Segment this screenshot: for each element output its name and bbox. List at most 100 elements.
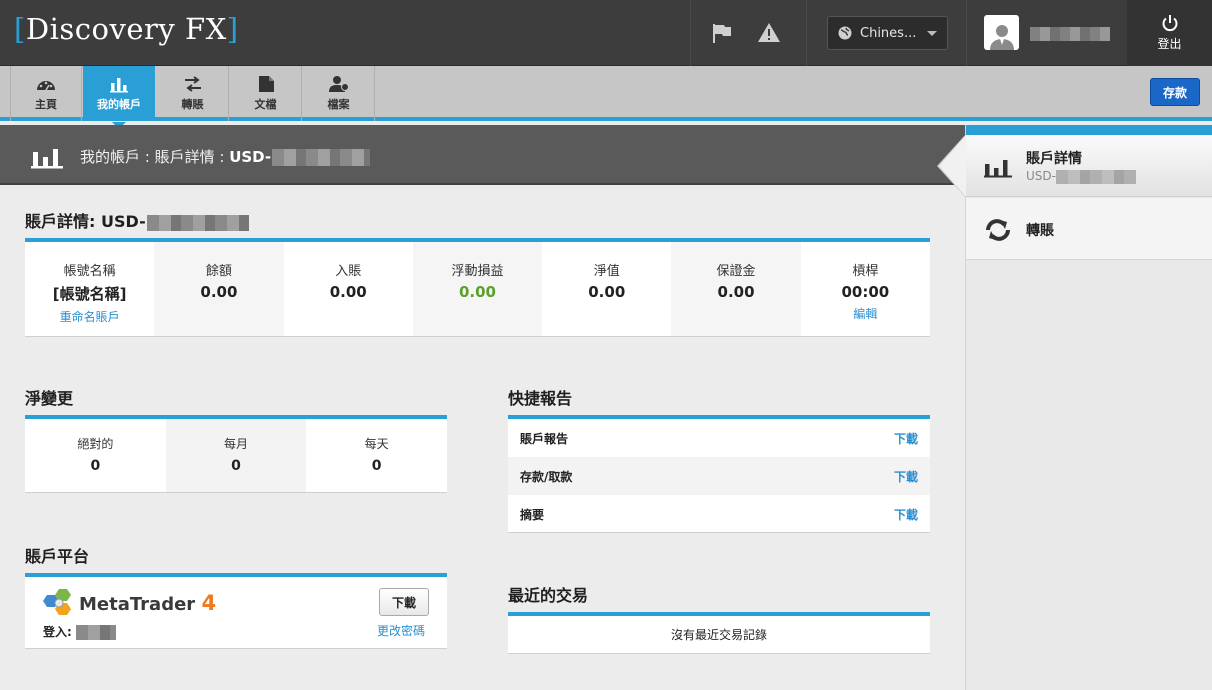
- sidebar-item-account-details[interactable]: 賬戶詳情 USD-: [966, 135, 1212, 197]
- detail-floating-pl: 浮動損益 0.00: [412, 242, 543, 336]
- list-item: 賬戶報告 下載: [508, 419, 930, 457]
- language-select[interactable]: Chines...: [827, 16, 948, 50]
- net-change-label: 每月: [224, 437, 249, 451]
- deposit-button[interactable]: 存款: [1150, 78, 1200, 106]
- language-label: Chines...: [860, 25, 917, 41]
- tab-label: 文檔: [254, 98, 277, 111]
- download-platform-button[interactable]: 下載: [379, 588, 429, 616]
- right-sidebar: 賬戶詳情 USD- 轉賬: [937, 125, 1212, 690]
- chevron-down-icon: [927, 31, 937, 36]
- main-content: 賬戶詳情: USD- 帳號名稱 [帳號名稱] 重命名賬戶 餘額 0.00 入賬 …: [0, 187, 965, 690]
- detail-label: 保證金: [716, 264, 756, 279]
- login-row: 登入:: [43, 623, 116, 640]
- report-name: 摘要: [520, 507, 545, 522]
- detail-value: 0.00: [458, 283, 496, 301]
- login-label: 登入:: [43, 625, 72, 639]
- username-redacted: [1030, 27, 1110, 41]
- sidebar-item-subtitle: USD-: [1026, 169, 1136, 184]
- tab-profile[interactable]: 檔案: [303, 66, 375, 121]
- detail-label: 浮動損益: [451, 264, 504, 279]
- report-name: 存款/取款: [520, 469, 573, 484]
- warning-icon[interactable]: [757, 21, 781, 45]
- sidebar-item-transfer[interactable]: 轉賬: [966, 198, 1212, 260]
- bar-chart-icon: [30, 141, 64, 173]
- tab-label: 轉賬: [181, 98, 204, 111]
- detail-balance: 餘額 0.00: [154, 242, 284, 336]
- metatrader-logo: MetaTrader 4: [43, 589, 216, 617]
- account-number-redacted: [1055, 169, 1136, 184]
- breadcrumb-path: 我的帳戶 : 賬戶詳情 :: [80, 148, 230, 166]
- profile-icon: [328, 76, 349, 92]
- separator: [690, 0, 691, 66]
- download-link[interactable]: 下載: [894, 506, 918, 523]
- detail-equity: 淨值 0.00: [542, 242, 671, 336]
- recent-trades-title: 最近的交易: [508, 586, 589, 605]
- account-number-redacted: [146, 214, 249, 231]
- user-icon[interactable]: [984, 15, 1019, 50]
- separator: [806, 0, 807, 66]
- net-change-absolute: 絕對的 0: [25, 419, 166, 492]
- detail-credit: 入賬 0.00: [284, 242, 413, 336]
- logout-button[interactable]: 登出: [1127, 0, 1212, 66]
- download-link[interactable]: 下載: [894, 468, 918, 485]
- tab-home[interactable]: 主頁: [10, 66, 82, 121]
- list-item: 存款/取款 下載: [508, 457, 930, 495]
- edit-leverage-link[interactable]: 編輯: [853, 305, 877, 322]
- detail-value: 00:00: [841, 283, 890, 301]
- top-bar: [Discovery FX] Chines... 登出: [0, 0, 1212, 66]
- empty-state-text: 沒有最近交易記錄: [670, 628, 767, 642]
- tab-label: 主頁: [35, 98, 57, 111]
- detail-label: 餘額: [205, 264, 232, 279]
- login-redacted: [76, 625, 116, 640]
- sidebar-item-label: 賬戶詳情: [1026, 151, 1082, 167]
- rename-account-link[interactable]: 重命名賬戶: [60, 308, 120, 325]
- net-change-panel: 絕對的 0 每月 0 每天 0: [25, 415, 447, 493]
- globe-icon: [838, 26, 852, 40]
- document-icon: [258, 76, 274, 92]
- logout-label: 登出: [1157, 37, 1182, 51]
- page-header: 我的帳戶 : 賬戶詳情 : USD-: [0, 125, 965, 185]
- quick-reports-panel: 賬戶報告 下載 存款/取款 下載 摘要 下載: [508, 415, 930, 533]
- breadcrumb: 我的帳戶 : 賬戶詳情 : USD-: [80, 146, 371, 167]
- tab-documents[interactable]: 文檔: [230, 66, 302, 121]
- detail-label: 槓桿: [852, 264, 879, 279]
- detail-value: 0.00: [588, 283, 626, 301]
- net-change-title: 淨變更: [25, 389, 74, 408]
- tab-transfer[interactable]: 轉賬: [157, 66, 229, 121]
- net-change-label: 絕對的: [77, 437, 114, 451]
- detail-value: 0.00: [200, 283, 238, 301]
- brand-logo[interactable]: [Discovery FX]: [14, 12, 239, 46]
- recent-trades-panel: 沒有最近交易記錄: [508, 612, 930, 654]
- bar-chart-icon: [983, 154, 1013, 182]
- net-change-label: 每天: [364, 437, 389, 451]
- report-name: 賬戶報告: [520, 431, 569, 446]
- net-change-monthly: 每月 0: [165, 419, 307, 492]
- active-pointer: [939, 135, 966, 197]
- separator: [966, 0, 967, 66]
- detail-value: 0.00: [717, 283, 755, 301]
- platform-title: 賬戶平台: [25, 547, 90, 566]
- breadcrumb-account: USD-: [229, 148, 272, 166]
- sidebar-item-label: 轉賬: [1026, 223, 1054, 239]
- tab-label: 我的帳戶: [97, 98, 141, 111]
- quick-reports-title: 快捷報告: [508, 389, 573, 408]
- account-details-title: 賬戶詳情: USD-: [25, 208, 249, 232]
- refresh-transfer-icon: [983, 218, 1013, 246]
- power-icon: [1162, 15, 1177, 32]
- change-password-link[interactable]: 更改密碼: [377, 622, 425, 639]
- download-link[interactable]: 下載: [894, 430, 918, 447]
- flag-icon[interactable]: [710, 21, 734, 45]
- detail-label: 淨值: [593, 264, 620, 279]
- dashboard-icon: [37, 81, 55, 91]
- account-details-panel: 帳號名稱 [帳號名稱] 重命名賬戶 餘額 0.00 入賬 0.00 浮動損益 0…: [25, 238, 930, 337]
- detail-margin: 保證金 0.00: [671, 242, 801, 336]
- detail-value: [帳號名稱]: [52, 285, 127, 303]
- net-change-value: 0: [90, 458, 101, 474]
- account-number-redacted: [272, 149, 371, 166]
- detail-label: 入賬: [335, 264, 362, 279]
- detail-value: 0.00: [329, 283, 367, 301]
- tab-label: 檔案: [327, 98, 350, 111]
- net-change-value: 0: [231, 458, 241, 474]
- detail-label: 帳號名稱: [63, 264, 116, 279]
- tab-my-account[interactable]: 我的帳戶: [83, 66, 155, 129]
